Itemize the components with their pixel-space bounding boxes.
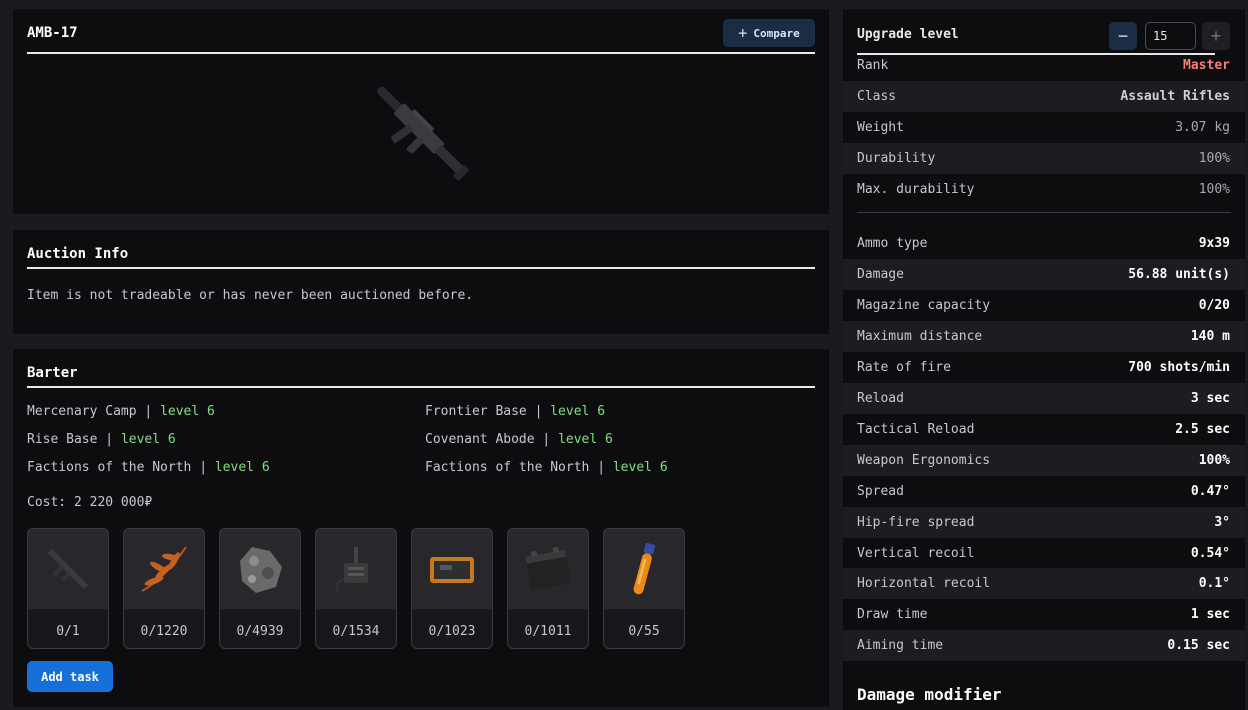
- stat-row-rank: Rank Master: [857, 58, 1230, 73]
- increment-button[interactable]: +: [1202, 22, 1230, 50]
- stat-row: Ammo type 9x39: [857, 236, 1230, 251]
- stat-row: Magazine capacity 0/20: [857, 298, 1230, 313]
- vial-icon: [604, 529, 684, 609]
- stat-row-durability: Durability 100%: [843, 143, 1245, 174]
- barter-location: Mercenary Camp | level 6: [27, 404, 215, 419]
- stat-row: Horizontal recoil 0.1°: [843, 568, 1245, 599]
- stats-divider: [857, 212, 1231, 213]
- barter-location: Factions of the North | level 6: [27, 460, 270, 475]
- barter-location: Factions of the North | level 6: [425, 460, 668, 475]
- decrement-button[interactable]: −: [1109, 22, 1137, 50]
- barter-item-count: 0/1023: [428, 624, 476, 639]
- barter-item-count: 0/1: [56, 624, 80, 639]
- barter-item-count: 0/55: [628, 624, 660, 639]
- item-panel: AMB-17 + Compare: [13, 9, 829, 214]
- auction-title: Auction Info: [27, 246, 815, 269]
- upgrade-level-input[interactable]: [1145, 22, 1196, 50]
- barter-item-card[interactable]: 0/1: [27, 528, 109, 649]
- case-icon: [412, 529, 492, 609]
- stat-row: Aiming time 0.15 sec: [843, 630, 1245, 661]
- upgrade-level-label: Upgrade level: [857, 27, 959, 42]
- barter-item-count: 0/4939: [236, 624, 284, 639]
- stat-row: Spread 0.47°: [857, 484, 1230, 499]
- barter-title: Barter: [27, 365, 815, 388]
- barter-item-card[interactable]: 0/1011: [507, 528, 589, 649]
- stats-panel: Upgrade level − + RankMaster ClassAssaul…: [843, 9, 1245, 710]
- device-icon: [316, 529, 396, 609]
- barter-item-count: 0/1220: [140, 624, 188, 639]
- stat-row-weight: Weight 3.07 kg: [857, 120, 1230, 135]
- plus-icon: +: [738, 24, 748, 42]
- stat-row: Draw time 1 sec: [857, 607, 1230, 622]
- barter-item-count: 0/1011: [524, 624, 572, 639]
- stat-row: Vertical recoil 0.54°: [857, 546, 1230, 561]
- stat-row: Rate of fire 700 shots/min: [857, 360, 1230, 375]
- item-title: AMB-17: [27, 25, 815, 54]
- stat-row: Damage 56.88 unit(s): [843, 259, 1245, 290]
- barter-item-card[interactable]: 0/4939: [219, 528, 301, 649]
- stat-row: Hip-fire spread 3°: [843, 507, 1245, 538]
- gun-icon: [28, 529, 108, 609]
- fern-icon: [124, 529, 204, 609]
- ore-icon: [220, 529, 300, 609]
- auction-panel: Auction Info Item is not tradeable or ha…: [13, 230, 829, 334]
- barter-item-card[interactable]: 0/1220: [123, 528, 205, 649]
- barter-item-card[interactable]: 0/55: [603, 528, 685, 649]
- barter-item-card[interactable]: 0/1023: [411, 528, 493, 649]
- barter-item-card[interactable]: 0/1534: [315, 528, 397, 649]
- add-task-button[interactable]: Add task: [27, 661, 113, 692]
- compare-label: Compare: [753, 26, 800, 40]
- barter-cost: Cost: 2 220 000₽: [27, 495, 153, 510]
- barter-item-count: 0/1534: [332, 624, 380, 639]
- damage-modifier-title: Damage modifier: [857, 685, 1002, 704]
- stat-row: Tactical Reload 2.5 sec: [857, 422, 1230, 437]
- stat-row-max-durability: Max. durability 100%: [857, 182, 1230, 197]
- stat-row: Weapon Ergonomics 100%: [843, 445, 1245, 476]
- compare-button[interactable]: + Compare: [723, 19, 815, 47]
- stat-row-class: Class Assault Rifles: [843, 81, 1245, 112]
- rifle-icon: [358, 71, 488, 201]
- battery-icon: [508, 529, 588, 609]
- stat-row: Reload 3 sec: [843, 383, 1245, 414]
- auction-message: Item is not tradeable or has never been …: [27, 288, 474, 303]
- barter-location: Rise Base | level 6: [27, 432, 176, 447]
- barter-location: Covenant Abode | level 6: [425, 432, 613, 447]
- barter-panel: Barter Mercenary Camp | level 6 Frontier…: [13, 349, 829, 707]
- barter-location: Frontier Base | level 6: [425, 404, 606, 419]
- stat-row: Maximum distance 140 m: [843, 321, 1245, 352]
